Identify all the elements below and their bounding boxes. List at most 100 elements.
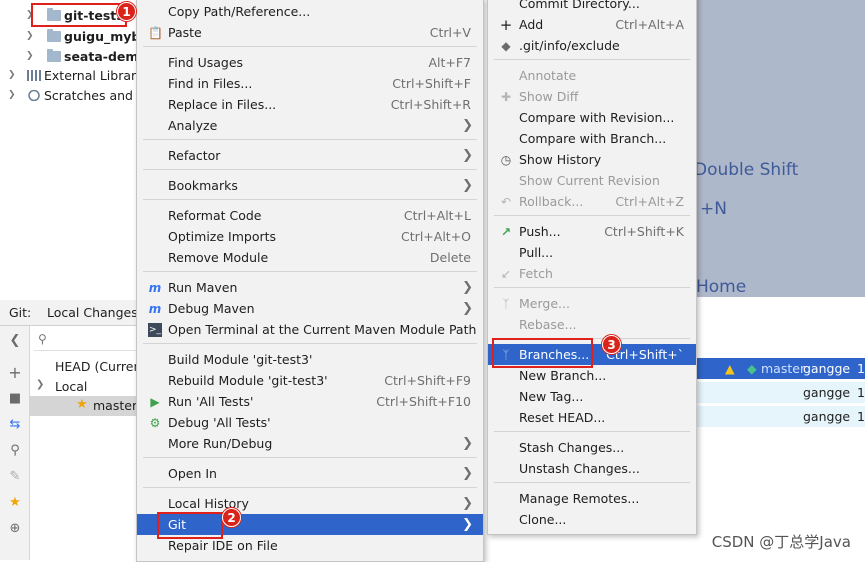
trash-icon[interactable]: ■ xyxy=(8,392,22,406)
git-push[interactable]: ↗ Push... Ctrl+Shift+K xyxy=(488,221,696,242)
annotation-box-git xyxy=(157,512,223,539)
debug-icon: ⚙ xyxy=(149,416,161,430)
watermark: CSDN @丁总学Java xyxy=(711,533,851,551)
commit-author: gangge xyxy=(803,361,851,376)
git-merge[interactable]: ᛉ Merge... xyxy=(488,293,696,314)
chevron-right-icon: ❯ xyxy=(462,466,473,481)
plus-icon[interactable]: + xyxy=(8,365,22,381)
menu-more-run-debug[interactable]: More Run/Debug ❯ xyxy=(137,433,483,454)
fetch-icon: ↙ xyxy=(500,267,512,281)
menu-find-in-files[interactable]: Find in Files... Ctrl+Shift+F xyxy=(137,73,483,94)
target-icon[interactable]: ⊕ xyxy=(8,522,22,536)
git-rollback[interactable]: ↶ Rollback... Ctrl+Alt+Z xyxy=(488,191,696,212)
plus-icon: + xyxy=(499,16,513,34)
maven-icon: m xyxy=(148,302,162,316)
git-submenu: Commit Directory... + Add Ctrl+Alt+A ◆ .g… xyxy=(487,0,697,535)
git-reset-head[interactable]: Reset HEAD... xyxy=(488,407,696,428)
log-row[interactable]: gangge 1 xyxy=(697,382,865,403)
commit-date: 1 xyxy=(857,385,865,400)
tree-item-guigu-myba[interactable]: ❯ guigu_myba xyxy=(0,26,137,47)
git-pull[interactable]: Pull... xyxy=(488,242,696,263)
branch-tag-label: master xyxy=(761,361,806,376)
chevron-right-icon: ❯ xyxy=(462,178,473,193)
menu-open-in[interactable]: Open In ❯ xyxy=(137,463,483,484)
tab-local-changes[interactable]: Local Changes xyxy=(47,305,138,320)
menu-paste[interactable]: 📋 Paste Ctrl+V xyxy=(137,22,483,43)
git-show-history[interactable]: ◷ Show History xyxy=(488,149,696,170)
menu-bookmarks[interactable]: Bookmarks ❯ xyxy=(137,175,483,196)
context-menu: Copy Path/Reference... 📋 Paste Ctrl+V Fin… xyxy=(136,0,484,562)
git-add[interactable]: + Add Ctrl+Alt+A xyxy=(488,14,696,35)
update-icon[interactable]: ⇆ xyxy=(8,418,22,432)
git-new-tag[interactable]: New Tag... xyxy=(488,386,696,407)
git-annotate[interactable]: Annotate xyxy=(488,65,696,86)
git-commit-directory[interactable]: Commit Directory... xyxy=(488,0,696,14)
commit-author: gangge xyxy=(803,385,851,400)
search-icon: ⚲ xyxy=(38,332,47,346)
git-tool-window-tabs: Git: Local Changes xyxy=(0,300,138,326)
git-show-diff[interactable]: ✚ Show Diff xyxy=(488,86,696,107)
run-icon: ▶ xyxy=(150,395,160,409)
branch-group-local[interactable]: Local xyxy=(55,379,87,394)
chevron-down-icon[interactable]: ❯ xyxy=(36,379,44,390)
menu-remove-module[interactable]: Remove Module Delete xyxy=(137,247,483,268)
git-manage-remotes[interactable]: Manage Remotes... xyxy=(488,488,696,509)
menu-run-all-tests[interactable]: ▶ Run 'All Tests' Ctrl+Shift+F10 xyxy=(137,391,483,412)
log-row[interactable]: gangge 1 xyxy=(697,406,865,427)
chevron-right-icon[interactable]: ❯ xyxy=(8,85,16,106)
annotation-box-branches xyxy=(492,338,593,368)
git-fetch[interactable]: ↙ Fetch xyxy=(488,263,696,284)
git-show-current-revision[interactable]: Show Current Revision xyxy=(488,170,696,191)
branch-head[interactable]: HEAD (Curren xyxy=(55,359,141,374)
menu-analyze[interactable]: Analyze ❯ xyxy=(137,115,483,136)
search-icon[interactable]: ⚲ xyxy=(8,444,22,458)
git-tab-title: Git: xyxy=(9,305,32,320)
chevron-right-icon: ❯ xyxy=(462,280,473,295)
menu-debug-all-tests[interactable]: ⚙ Debug 'All Tests' xyxy=(137,412,483,433)
tree-item-external-libraries[interactable]: ❯ External Librarie xyxy=(0,65,137,86)
git-left-toolbar: ❮ + ■ ⇆ ⚲ ✎ ★ ⊕ xyxy=(0,326,30,560)
menu-find-usages[interactable]: Find Usages Alt+F7 xyxy=(137,52,483,73)
git-compare-branch[interactable]: Compare with Branch... xyxy=(488,128,696,149)
menu-replace-in-files[interactable]: Replace in Files... Ctrl+Shift+R xyxy=(137,94,483,115)
annotation-badge-2: 2 xyxy=(222,508,241,527)
menu-optimize-imports[interactable]: Optimize Imports Ctrl+Alt+O xyxy=(137,226,483,247)
git-exclude[interactable]: ◆ .git/info/exclude xyxy=(488,35,696,56)
chevron-right-icon[interactable]: ❯ xyxy=(26,26,34,47)
menu-copy-path[interactable]: Copy Path/Reference... xyxy=(137,1,483,22)
menu-reformat-code[interactable]: Reformat Code Ctrl+Alt+L xyxy=(137,205,483,226)
annotation-badge-3: 3 xyxy=(602,335,621,354)
menu-debug-maven[interactable]: m Debug Maven ❯ xyxy=(137,298,483,319)
diff-icon: ✚ xyxy=(500,90,512,104)
chevron-right-icon[interactable]: ❯ xyxy=(8,65,16,86)
log-row[interactable]: ▲ ◆ master gangge 1 xyxy=(697,358,865,379)
git-new-branch[interactable]: New Branch... xyxy=(488,365,696,386)
branch-master-label: master xyxy=(93,398,138,413)
tree-item-scratches[interactable]: ❯ Scratches and C xyxy=(0,85,137,106)
menu-build-module[interactable]: Build Module 'git-test3' xyxy=(137,349,483,370)
edit-icon[interactable]: ✎ xyxy=(8,470,22,484)
tree-item-seata-demo[interactable]: ❯ seata-demo xyxy=(0,46,137,67)
git-stash-changes[interactable]: Stash Changes... xyxy=(488,437,696,458)
git-compare-revision[interactable]: Compare with Revision... xyxy=(488,107,696,128)
commit-author: gangge xyxy=(803,409,851,424)
branch-search-field[interactable]: ⚲ xyxy=(34,329,137,351)
git-icon: ◆ xyxy=(501,39,511,53)
menu-refactor[interactable]: Refactor ❯ xyxy=(137,145,483,166)
git-log-panel: ▲ ◆ master gangge 1 gangge 1 gangge 1 xyxy=(697,330,865,560)
menu-local-history[interactable]: Local History ❯ xyxy=(137,493,483,514)
star-icon[interactable]: ★ xyxy=(8,496,22,510)
menu-rebuild-module[interactable]: Rebuild Module 'git-test3' Ctrl+Shift+F9 xyxy=(137,370,483,391)
chevron-right-icon[interactable]: ❯ xyxy=(26,46,34,67)
menu-run-maven[interactable]: m Run Maven ❯ xyxy=(137,277,483,298)
chevron-right-icon: ❯ xyxy=(462,301,473,316)
git-clone[interactable]: Clone... xyxy=(488,509,696,530)
module-folder-icon xyxy=(47,29,61,42)
menu-open-terminal-maven[interactable]: >_ Open Terminal at the Current Maven Mo… xyxy=(137,319,483,340)
git-unstash-changes[interactable]: Unstash Changes... xyxy=(488,458,696,479)
chevron-left-icon[interactable]: ❮ xyxy=(8,334,22,348)
merge-icon: ᛉ xyxy=(502,297,510,311)
branch-item-master[interactable]: ★ master xyxy=(30,396,137,416)
git-rebase[interactable]: Rebase... xyxy=(488,314,696,335)
paste-icon: 📋 xyxy=(148,26,163,40)
